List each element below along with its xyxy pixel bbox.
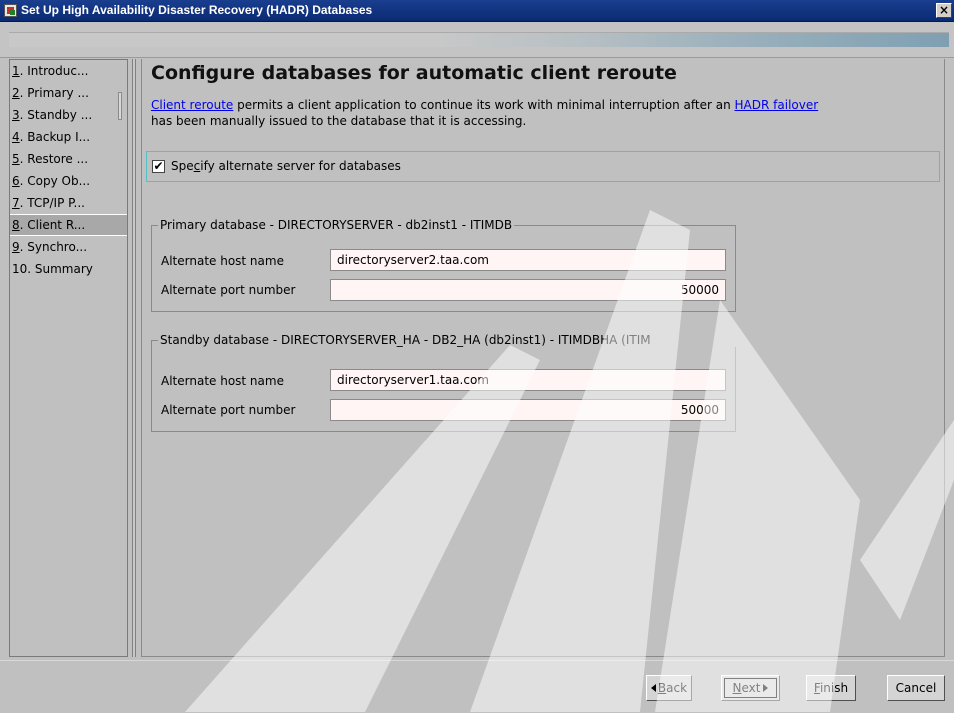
arrow-left-icon [650,684,656,692]
cancel-button[interactable]: Cancel [887,675,945,701]
step-label: . Introduc... [19,64,89,78]
primary-port-label: Alternate port number [161,283,296,297]
hadr-failover-link[interactable]: HADR failover [735,98,819,112]
step-summary[interactable]: 10. Summary [10,258,127,280]
step-copy-objects[interactable]: 6. Copy Ob... [10,170,127,192]
step-label: 10. Summary [12,262,93,276]
step-number: 2 [12,86,20,100]
step-number: 3 [12,108,20,122]
finish-button[interactable]: Finish [806,675,856,701]
arrow-right-icon [763,684,769,692]
alternate-server-check-row: ✔ Specify alternate server for databases [146,151,940,182]
next-mnemonic: N [732,681,742,695]
page-description: Client reroute permits a client applicat… [151,97,941,129]
specify-alternate-server-label[interactable]: Specify alternate server for databases [171,159,401,173]
standby-host-label: Alternate host name [161,374,284,388]
step-introduction[interactable]: 1. Introduc... [10,60,127,82]
step-label: . Client R... [19,218,86,232]
step-number: 6 [12,174,20,188]
pane-splitter[interactable] [132,59,136,657]
back-button[interactable]: Back [646,675,692,701]
step-standby[interactable]: 3. Standby ... [10,104,127,126]
standby-alternate-port-input[interactable] [330,399,726,421]
app-icon [4,4,17,17]
page-title: Configure databases for automatic client… [151,62,677,84]
standby-port-label: Alternate port number [161,403,296,417]
step-number: 8 [12,218,20,232]
checkbox-label-part: ify alternate server for databases [200,159,401,173]
back-mnemonic: B [657,681,667,695]
checkbox-label-part: Spe [171,159,194,173]
step-label: . Backup I... [19,130,91,144]
steps-scroll-thumb[interactable] [118,92,122,120]
close-button[interactable]: × [936,3,952,18]
wizard-steps-list: 1. Introduc... 2. Primary ... 3. Standby… [9,59,128,657]
primary-alternate-port-input[interactable] [330,279,726,301]
window-titlebar: Set Up High Availability Disaster Recove… [0,0,954,22]
specify-alternate-server-checkbox[interactable]: ✔ [152,160,165,173]
back-label: ack [666,681,688,695]
wizard-banner [0,22,954,58]
step-number: 4 [12,130,20,144]
step-number: 7 [12,196,20,210]
step-client-reroute[interactable]: 8. Client R... [10,214,127,236]
client-reroute-link[interactable]: Client reroute [151,98,233,112]
step-label: . Restore ... [19,152,89,166]
primary-alternate-host-input[interactable] [330,249,726,271]
wizard-button-bar: Back Next Finish Cancel [0,660,954,713]
step-label: . Primary ... [19,86,89,100]
next-label: ext [741,681,761,695]
step-restore[interactable]: 5. Restore ... [10,148,127,170]
step-primary[interactable]: 2. Primary ... [10,82,127,104]
step-tcpip[interactable]: 7. TCP/IP P... [10,192,127,214]
window-title: Set Up High Availability Disaster Recove… [21,3,373,17]
description-text: permits a client application to continue… [233,98,735,112]
step-label: . Synchro... [19,240,88,254]
step-label: . Standby ... [19,108,93,122]
step-label: . TCP/IP P... [19,196,85,210]
description-text-2: has been manually issued to the database… [151,114,527,128]
finish-label: inish [819,681,849,695]
step-synchronization[interactable]: 9. Synchro... [10,236,127,258]
banner-strip [9,32,949,47]
primary-host-label: Alternate host name [161,254,284,268]
step-label: . Copy Ob... [19,174,91,188]
next-button[interactable]: Next [721,675,780,701]
step-number: 1 [12,64,20,78]
step-number: 9 [12,240,20,254]
step-backup[interactable]: 4. Backup I... [10,126,127,148]
primary-group-title: Primary database - DIRECTORYSERVER - db2… [158,218,515,232]
step-number: 5 [12,152,20,166]
standby-alternate-host-input[interactable] [330,369,726,391]
standby-group-title: Standby database - DIRECTORYSERVER_HA - … [158,333,747,347]
